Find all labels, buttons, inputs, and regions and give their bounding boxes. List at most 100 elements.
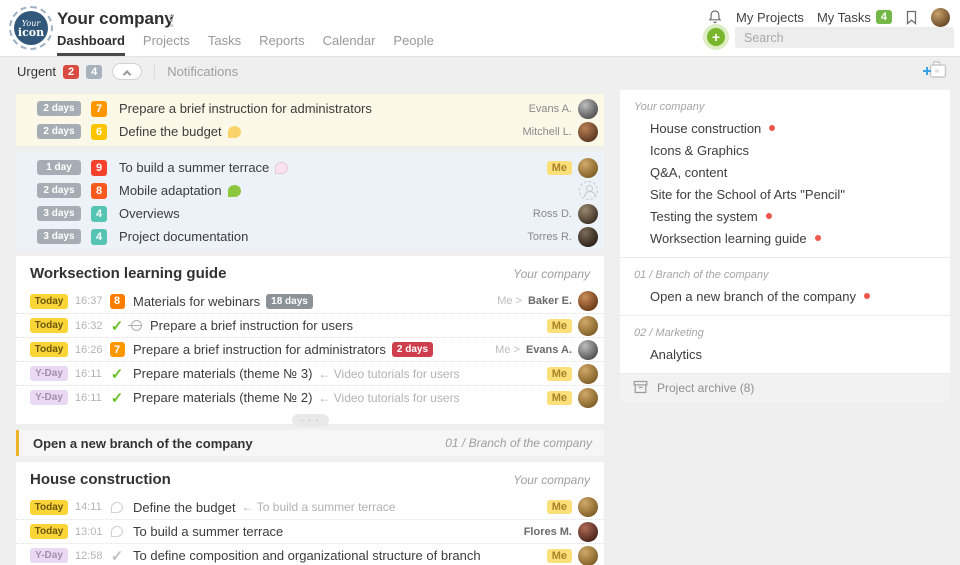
tab-reports[interactable]: Reports [259, 33, 305, 56]
task-title[interactable]: Mobile adaptation [119, 183, 241, 198]
avatar[interactable] [578, 203, 598, 224]
add-widget-icon[interactable] [922, 58, 952, 87]
nav-my-tasks[interactable]: My Tasks 4 [817, 10, 892, 25]
assignee-prefix: Me > [497, 295, 522, 307]
show-more-button[interactable]: · · · [291, 414, 329, 427]
task-title[interactable]: Prepare materials (theme № 2) ← Video tut… [133, 390, 460, 405]
sidebar-project-item[interactable]: Open a new branch of the company [620, 285, 950, 307]
task-row[interactable]: 2 days 6 Define the budget Mitchell L. [16, 120, 604, 143]
due-badge: 3 days [37, 229, 81, 244]
task-row[interactable]: 3 days 4 Project documentation Torres R. [16, 225, 604, 248]
nav-my-projects[interactable]: My Projects [736, 10, 804, 25]
section-title[interactable]: Worksection learning guide [30, 265, 226, 282]
assignee-me-badge: Me [546, 318, 572, 333]
task-title[interactable]: Materials for webinars 18 days [133, 293, 313, 309]
task-title-text: Mobile adaptation [119, 183, 222, 198]
tab-dashboard[interactable]: Dashboard [57, 33, 125, 56]
task-title[interactable]: Prepare a brief instruction for administ… [119, 101, 372, 116]
done-check-icon: ✓ [110, 317, 124, 335]
urgent-overdue-count-badge[interactable]: 2 [63, 64, 80, 79]
section-title[interactable]: House construction [30, 471, 171, 488]
task-row[interactable]: 1 day 9 To build a summer terrace Me [16, 156, 604, 179]
task-row[interactable]: Today 13:01 To build a summer terrace Flore… [16, 519, 604, 543]
task-title[interactable]: To build a summer terrace [133, 524, 283, 539]
sidebar-project-item[interactable]: Icons & Graphics [620, 139, 950, 161]
sidebar-project-item[interactable]: Worksection learning guide [620, 227, 950, 249]
avatar[interactable] [578, 545, 598, 565]
tab-people[interactable]: People [393, 33, 433, 56]
section-project-label[interactable]: 01 / Branch of the company [445, 436, 592, 450]
task-title[interactable]: Prepare materials (theme № 3) ← Video tut… [133, 366, 460, 381]
avatar[interactable] [578, 157, 598, 178]
project-archive-row[interactable]: Project archive (8) [620, 374, 950, 402]
section-project-label[interactable]: Your company [513, 267, 590, 281]
task-row[interactable]: Today 16:37 8 Materials for webinars 18 days… [16, 289, 604, 313]
sidebar-project-item[interactable]: Site for the School of Arts "Pencil" [620, 183, 950, 205]
projects-sidebar: Your company House construction Icons & Gr… [620, 90, 950, 402]
avatar[interactable] [578, 521, 598, 542]
avatar[interactable] [578, 497, 598, 517]
assignee-prefix: Me > [495, 343, 520, 356]
task-row[interactable]: 2 days 8 Mobile adaptation [16, 179, 604, 202]
assignee-name: Evans A. [528, 102, 572, 115]
project-groups: Your company House construction Icons & Gr… [620, 90, 950, 374]
task-row[interactable]: 2 days 7 Prepare a brief instruction for a… [16, 97, 604, 120]
section-title[interactable]: Open a new branch of the company [33, 436, 253, 451]
tab-tasks[interactable]: Tasks [208, 33, 241, 56]
avatar[interactable] [578, 363, 598, 384]
task-title-text: To build a summer terrace [119, 160, 270, 175]
due-badge: Today [30, 499, 68, 515]
task-row[interactable]: Today 14:11 Define the budget ← To build a … [16, 495, 604, 519]
avatar[interactable] [578, 121, 598, 142]
task-title-text: Project documentation [119, 229, 249, 244]
avatar[interactable] [578, 315, 598, 336]
avatar[interactable] [578, 291, 598, 311]
task-row[interactable]: 3 days 4 Overviews Ross D. [16, 202, 604, 225]
assignee: Evans A. [528, 98, 598, 119]
task-title[interactable]: To build a summer terrace [119, 160, 289, 175]
section-worksection-learning-guide: Worksection learning guide Your company To… [16, 256, 604, 427]
tab-projects[interactable]: Projects [143, 33, 190, 56]
task-row[interactable]: Y-Day 16:11 ✓ Prepare materials (theme № 3)… [16, 361, 604, 385]
task-row[interactable]: Today 16:32 ✓ Prepare a brief instruction f… [16, 313, 604, 337]
tab-calendar[interactable]: Calendar [323, 33, 376, 56]
avatar[interactable] [578, 339, 598, 360]
task-row[interactable]: Today 16:26 7 Prepare a brief instruction f… [16, 337, 604, 361]
task-title[interactable]: To define composition and organizational… [133, 548, 481, 563]
nav-my-tasks-label: My Tasks [816, 9, 871, 25]
assignee [579, 181, 598, 200]
due-tag-badge: 2 days [391, 342, 434, 357]
project-group-header: 02 / Marketing [634, 327, 704, 339]
notifications-link[interactable]: Notifications [167, 64, 238, 79]
task-row[interactable]: Y-Day 12:58 ✓ To define composition and org… [16, 543, 604, 565]
task-title[interactable]: Project documentation [119, 229, 248, 244]
bookmark-icon[interactable] [905, 10, 918, 25]
task-title[interactable]: Define the budget ← To build a summer ter… [133, 500, 395, 515]
sidebar-project-item[interactable]: Testing the system [620, 205, 950, 227]
sidebar-project-item[interactable]: House construction [620, 117, 950, 139]
done-check-icon: ✓ [110, 365, 124, 383]
urgent-upcoming-count-badge[interactable]: 4 [86, 64, 103, 79]
company-menu-icon[interactable] [170, 12, 173, 29]
section-open-new-branch-collapsed[interactable]: Open a new branch of the company 01 / Bra… [16, 430, 604, 456]
task-title[interactable]: Prepare a brief instruction for administ… [133, 342, 434, 357]
due-badge: 1 day [37, 160, 81, 175]
task-title[interactable]: Define the budget [119, 124, 241, 139]
company-logo[interactable]: Your icon [9, 6, 53, 50]
company-name[interactable]: Your company [57, 9, 174, 29]
sidebar-project-item[interactable]: Q&A, content [620, 161, 950, 183]
section-project-label[interactable]: Your company [513, 473, 590, 487]
task-row[interactable]: Y-Day 16:11 ✓ Prepare materials (theme № 2)… [16, 385, 604, 409]
task-title[interactable]: Prepare a brief instruction for users [150, 318, 353, 333]
notifications-bell-icon[interactable] [707, 9, 723, 25]
avatar[interactable] [578, 387, 598, 408]
avatar[interactable] [578, 226, 598, 247]
task-title[interactable]: Overviews [119, 206, 180, 221]
user-avatar[interactable] [931, 7, 950, 27]
add-button[interactable]: + [707, 28, 725, 46]
search-input[interactable] [735, 27, 954, 48]
collapse-urgent-button[interactable] [112, 63, 143, 80]
sidebar-project-item[interactable]: Analytics [620, 343, 950, 365]
assignee: Torres R. [527, 226, 598, 247]
avatar[interactable] [578, 98, 598, 119]
